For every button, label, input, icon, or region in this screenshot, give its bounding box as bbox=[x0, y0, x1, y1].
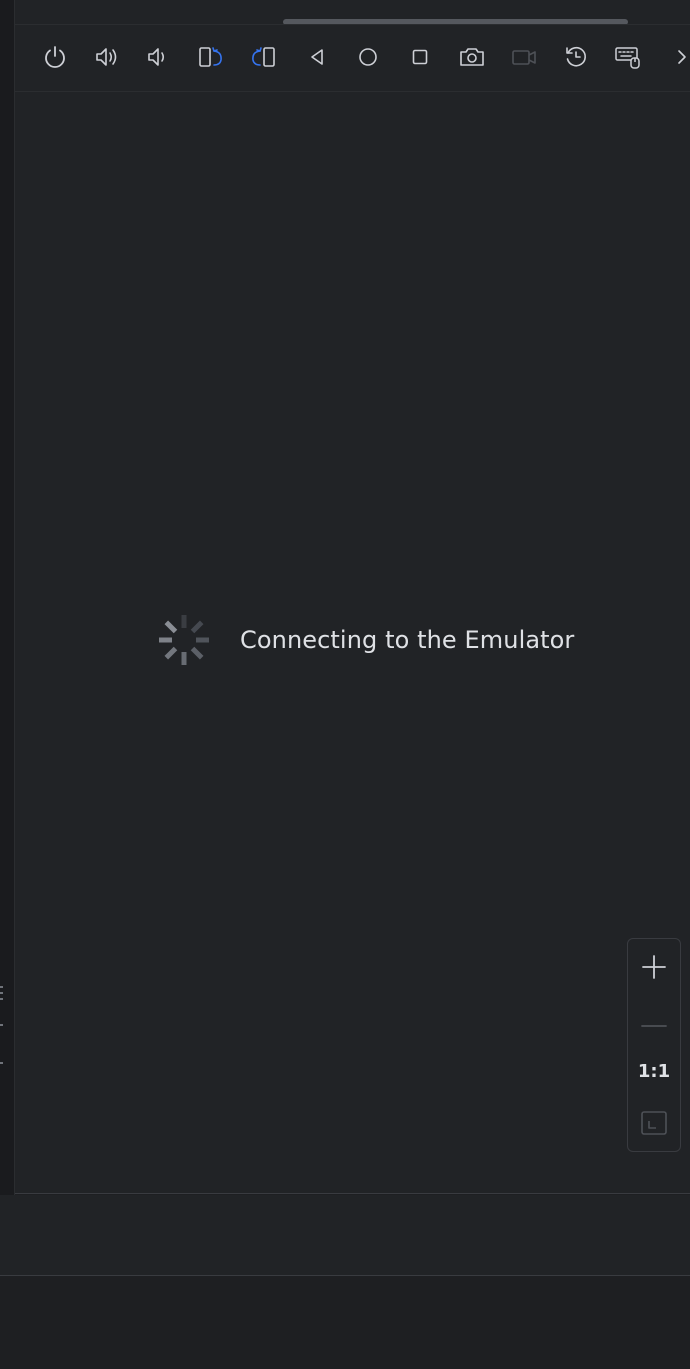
volume-up-button[interactable] bbox=[91, 41, 123, 73]
zoom-in-button[interactable] bbox=[628, 945, 680, 989]
rotate-left-button[interactable] bbox=[195, 41, 227, 73]
strip-marker bbox=[0, 1062, 3, 1064]
volume-down-icon bbox=[148, 48, 165, 66]
zoom-out-button[interactable] bbox=[628, 997, 680, 1041]
rotate-right-button[interactable] bbox=[247, 41, 279, 73]
home-button[interactable] bbox=[352, 41, 384, 73]
rotate-left-icon bbox=[199, 47, 222, 67]
power-icon bbox=[45, 46, 65, 68]
snapshot-restore-icon bbox=[566, 46, 586, 67]
actual-size-label: 1:1 bbox=[637, 1060, 671, 1082]
home-circle-icon bbox=[359, 48, 377, 66]
video-camera-icon bbox=[512, 50, 536, 65]
plus-icon bbox=[642, 955, 666, 979]
record-screen-button[interactable] bbox=[508, 41, 540, 73]
back-triangle-icon bbox=[311, 49, 323, 65]
rotate-right-icon bbox=[252, 47, 275, 67]
status-bar-area bbox=[0, 1276, 690, 1369]
minus-icon bbox=[641, 1025, 667, 1027]
back-button[interactable] bbox=[301, 41, 333, 73]
strip-marker bbox=[0, 1024, 3, 1026]
strip-marker bbox=[0, 986, 3, 988]
screenshot-button[interactable] bbox=[456, 41, 488, 73]
more-button[interactable] bbox=[666, 41, 690, 73]
bottom-tool-area bbox=[0, 1195, 690, 1276]
fit-screen-icon bbox=[641, 1111, 667, 1135]
actual-size-button[interactable]: 1:1 bbox=[628, 1049, 680, 1093]
loading-spinner-icon bbox=[159, 615, 209, 665]
running-device-panel: Connecting to the Emulator 1:1 bbox=[15, 0, 690, 1194]
keyboard-input-button[interactable] bbox=[612, 41, 644, 73]
volume-up-icon bbox=[96, 48, 117, 66]
snapshot-button[interactable] bbox=[560, 41, 592, 73]
emulator-toolbar bbox=[15, 25, 690, 92]
status-message: Connecting to the Emulator bbox=[240, 626, 575, 654]
power-button[interactable] bbox=[39, 41, 71, 73]
overview-button[interactable] bbox=[404, 41, 436, 73]
connection-status: Connecting to the Emulator bbox=[155, 610, 574, 670]
keyboard-mouse-icon bbox=[615, 47, 640, 69]
strip-marker bbox=[0, 992, 3, 994]
overview-square-icon bbox=[412, 49, 428, 65]
camera-icon bbox=[460, 48, 484, 66]
chevron-right-icon bbox=[678, 50, 686, 64]
zoom-controls: 1:1 bbox=[627, 938, 681, 1152]
strip-marker bbox=[0, 998, 3, 1000]
left-tool-strip bbox=[0, 0, 15, 1195]
fit-screen-button[interactable] bbox=[628, 1101, 680, 1145]
volume-down-button[interactable] bbox=[141, 41, 173, 73]
